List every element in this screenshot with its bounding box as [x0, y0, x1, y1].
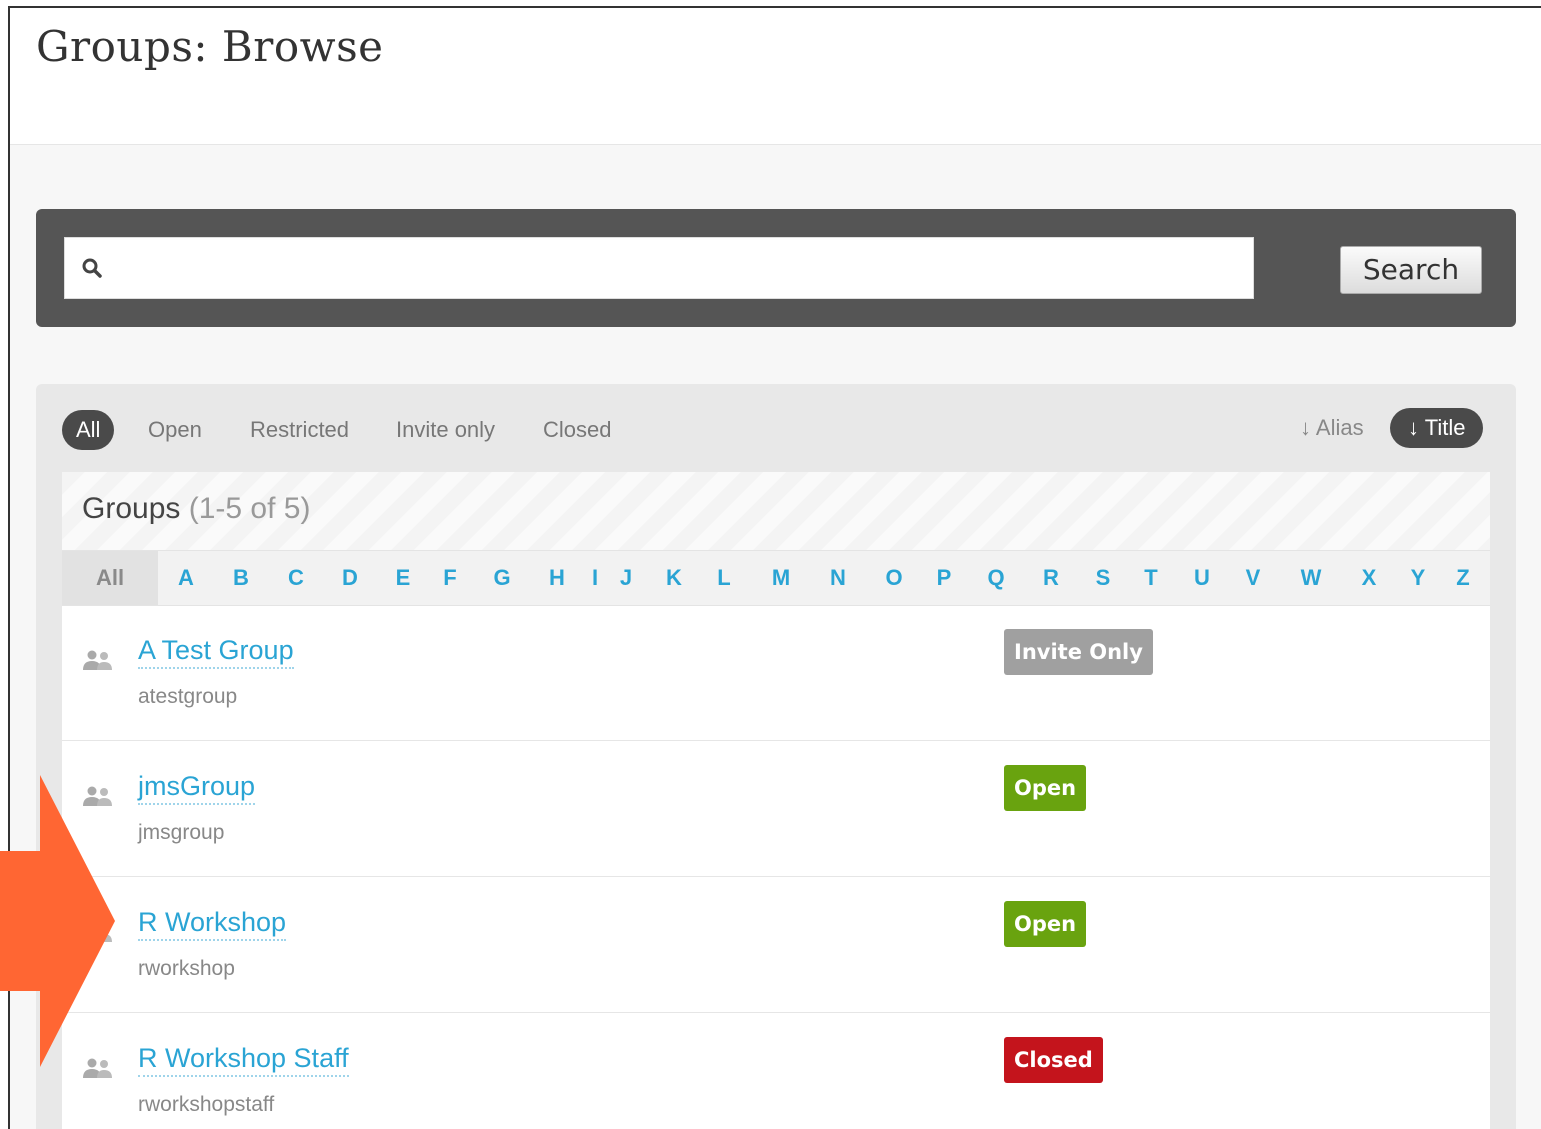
- alpha-letter[interactable]: V: [1246, 551, 1261, 605]
- group-row: A Test Group atestgroup Invite Only: [62, 605, 1490, 741]
- sort-alias[interactable]: ↓ Alias: [1300, 408, 1364, 448]
- filter-invite-only[interactable]: Invite only: [396, 410, 495, 450]
- search-icon: [82, 258, 102, 278]
- alpha-letter[interactable]: D: [342, 551, 358, 605]
- filter-restricted[interactable]: Restricted: [250, 410, 349, 450]
- search-button[interactable]: Search: [1340, 246, 1482, 294]
- filter-closed[interactable]: Closed: [543, 410, 611, 450]
- list-title: Groups (1-5 of 5): [82, 492, 310, 526]
- group-row: R Workshop Staff rworkshopstaff Closed: [62, 1013, 1490, 1129]
- alpha-letter[interactable]: W: [1301, 551, 1322, 605]
- alpha-letter[interactable]: N: [830, 551, 846, 605]
- filter-open[interactable]: Open: [148, 410, 202, 450]
- alpha-letter[interactable]: J: [620, 551, 632, 605]
- groups-panel: All Open Restricted Invite only Closed ↓…: [36, 384, 1516, 1129]
- alpha-letter[interactable]: P: [937, 551, 952, 605]
- alpha-letter[interactable]: O: [885, 551, 902, 605]
- search-field[interactable]: [64, 237, 1254, 299]
- alpha-letter[interactable]: B: [233, 551, 249, 605]
- status-badge: Closed: [1004, 1037, 1103, 1083]
- search-input[interactable]: [117, 248, 1241, 290]
- group-row: jmsGroup jmsgroup Open: [62, 741, 1490, 877]
- page-frame: Groups: Browse Search All Open Restricte…: [8, 6, 1541, 1129]
- status-badge: Open: [1004, 765, 1087, 811]
- list-count: (1-5 of 5): [188, 492, 311, 525]
- page-title: Groups: Browse: [36, 22, 384, 71]
- group-row: R Workshop rworkshop Open: [62, 877, 1490, 1013]
- group-name-link[interactable]: R Workshop: [138, 907, 287, 941]
- page-header: Groups: Browse: [10, 8, 1541, 145]
- group-alias: rworkshopstaff: [138, 1093, 275, 1116]
- alpha-letter[interactable]: E: [396, 551, 411, 605]
- group-alias: jmsgroup: [138, 821, 225, 844]
- alpha-letter[interactable]: M: [772, 551, 790, 605]
- alpha-letter[interactable]: T: [1144, 551, 1157, 605]
- alpha-letter[interactable]: C: [288, 551, 304, 605]
- group-alias: atestgroup: [138, 685, 238, 708]
- alpha-letter[interactable]: G: [493, 551, 510, 605]
- groups-list: Groups (1-5 of 5) All A B C D E F G H I …: [62, 472, 1490, 1129]
- list-header: Groups (1-5 of 5): [62, 472, 1490, 550]
- alpha-index: All A B C D E F G H I J K L M N O P Q R …: [62, 550, 1490, 606]
- group-name-link[interactable]: R Workshop Staff: [138, 1043, 349, 1077]
- alpha-letter[interactable]: Y: [1411, 551, 1426, 605]
- alpha-letter[interactable]: Z: [1456, 551, 1469, 605]
- alpha-letter[interactable]: X: [1362, 551, 1377, 605]
- alpha-letter[interactable]: A: [178, 551, 194, 605]
- alpha-letter[interactable]: I: [592, 551, 598, 605]
- filter-all[interactable]: All: [62, 410, 115, 450]
- alpha-letter[interactable]: U: [1194, 551, 1210, 605]
- group-alias: rworkshop: [138, 957, 235, 980]
- list-title-label: Groups: [82, 492, 181, 525]
- alpha-letter[interactable]: H: [549, 551, 565, 605]
- group-name-link[interactable]: jmsGroup: [138, 771, 256, 805]
- sort-title[interactable]: ↓ Title: [1390, 408, 1484, 448]
- alpha-letter[interactable]: L: [717, 551, 730, 605]
- status-badge: Open: [1004, 901, 1087, 947]
- status-badge: Invite Only: [1004, 629, 1153, 675]
- alpha-all[interactable]: All: [62, 551, 158, 605]
- alpha-letter[interactable]: F: [443, 551, 456, 605]
- alpha-letter[interactable]: K: [666, 551, 682, 605]
- alpha-letter[interactable]: R: [1043, 551, 1059, 605]
- group-icon: [83, 650, 112, 670]
- alpha-letter[interactable]: Q: [987, 551, 1004, 605]
- group-name-link[interactable]: A Test Group: [138, 635, 294, 669]
- arrow-right-icon: [0, 775, 115, 1067]
- alpha-letter[interactable]: S: [1096, 551, 1111, 605]
- search-bar: Search: [36, 209, 1516, 327]
